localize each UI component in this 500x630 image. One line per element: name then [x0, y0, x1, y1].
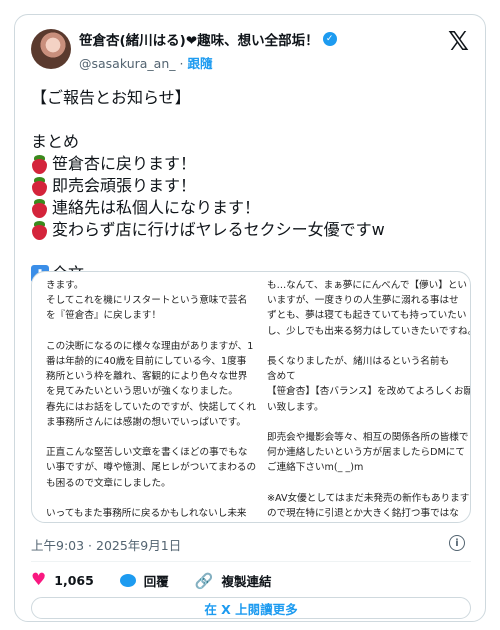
action-bar: ♥ 1,065 回覆 🔗 複製連結: [31, 571, 298, 590]
image-left-column: きます。そしてこれを機にリスタートという意味で芸名 を『笹倉杏』に戻します！ この…: [46, 278, 257, 522]
image-text-line: [46, 324, 235, 339]
reply-label: 回覆: [143, 574, 169, 589]
image-text-line: いってもまた事務所に戻るかもしれないし未来: [46, 508, 247, 520]
image-text-line: ずとも、夢は寝ても起きていても持っていたい: [267, 310, 467, 322]
tweet-text: 【ご報告とお知らせ】 まとめ 笹倉杏に戻ります！ 即売会頑張ります！ 連絡先は私…: [31, 87, 471, 285]
bullet-line: 笹倉杏に戻ります！: [31, 153, 471, 175]
divider: [31, 561, 471, 562]
strawberry-icon: [31, 154, 48, 174]
tweet-card: 笹倉杏(緒川はる)❤趣味、想い全部垢！ ✓ @sasakura_an_ · 跟隨…: [14, 14, 486, 622]
image-text-line: [46, 430, 235, 445]
verified-badge-icon: ✓: [322, 32, 337, 46]
strawberry-icon: [31, 220, 48, 240]
author-block: 笹倉杏(緒川はる)❤趣味、想い全部垢！ ✓ @sasakura_an_ · 跟隨: [79, 29, 419, 72]
link-icon: 🔗: [194, 571, 214, 590]
author-display-name[interactable]: 笹倉杏(緒川はる)❤趣味、想い全部垢！: [79, 29, 319, 49]
image-text-line: 番は年齢的に40歳を目前にしている今、1度事: [46, 356, 247, 368]
bullet-line: 連絡先は私個人になります！: [31, 197, 471, 219]
handle-separator: ·: [179, 56, 184, 71]
image-text-line: い致します。: [267, 401, 324, 413]
x-logo-icon[interactable]: 𝕏: [448, 29, 469, 55]
image-text-line: は分かりませんが、[後悔先に立たず]！！: [46, 521, 235, 522]
bullet-text: 笹倉杏に戻ります！: [52, 154, 197, 173]
copy-link-label: 複製連結: [221, 574, 272, 589]
like-count: 1,065: [54, 573, 94, 588]
author-avatar[interactable]: [31, 29, 71, 69]
image-text-line: し、少しでも出来る努力はしていきたいですね。: [267, 325, 471, 337]
image-text-line: いますが、一度きりの人生夢に溺れる事はせ: [267, 295, 459, 307]
follow-button[interactable]: 跟隨: [187, 56, 212, 71]
image-right-column: も…なんて、まぁ夢ににんべんで【儚い】とい いますが、一度きりの人生夢に溺れる事は…: [251, 278, 471, 522]
image-text-line: 含めて: [267, 371, 296, 383]
image-text-line: を『笹倉杏』に戻します！: [46, 310, 162, 322]
bullet-line: 即売会頑張ります！: [31, 175, 471, 197]
image-text-line: そしてこれを機にリスタートという意味で芸名: [46, 295, 248, 307]
image-text-line: ま事務所さんには感謝の想いでいっぱいです。: [46, 416, 246, 428]
image-text-line: [267, 339, 456, 354]
image-text-line: を見てみたいという思いが強くなりました。: [46, 386, 238, 398]
image-text-line: 務所という枠を離れ、客観的により色々な世界: [46, 371, 248, 383]
reply-button[interactable]: 回覆: [119, 571, 169, 590]
image-text-line: きます。: [46, 280, 84, 291]
bullet-line: 変わらず店に行けばヤレるセクシー女優ですw: [31, 219, 471, 241]
image-text-line: い事ですが、噂や憶測、尾ヒレがついてまわるの: [46, 462, 257, 474]
image-text-line: この決断になるのに様々な理由がありますが、1: [46, 340, 254, 352]
image-text-line: も困るので文章にしました。: [46, 477, 171, 489]
image-text-line: 【笹倉杏】【杏バランス】を改めてよろしくお願: [267, 386, 471, 398]
info-icon[interactable]: i: [449, 535, 465, 551]
author-handle-row: @sasakura_an_ · 跟隨: [79, 53, 419, 72]
image-text-line: [267, 476, 456, 491]
bullet-text: 即売会頑張ります！: [52, 176, 197, 195]
reply-bubble-icon: [119, 574, 136, 587]
strawberry-icon: [31, 198, 48, 218]
heart-icon: ♥: [31, 570, 47, 590]
attached-image[interactable]: きます。そしてこれを機にリスタートという意味で芸名 を『笹倉杏』に戻します！ この…: [31, 271, 471, 523]
author-handle[interactable]: @sasakura_an_: [79, 56, 176, 71]
image-text-line: [46, 491, 235, 506]
image-text-line: 春先にはお話をしていたのですが、快諾してくれ: [46, 401, 257, 413]
image-text-line: ※AV女優としてはまだ未発売の新作もあります: [267, 492, 470, 504]
copy-link-button[interactable]: 🔗 複製連結: [195, 571, 272, 590]
strawberry-icon: [31, 176, 48, 196]
image-text-line: [267, 415, 456, 430]
image-text-line: ので現在特に引退とか大きく銘打つ事ではな: [267, 508, 459, 520]
read-more-button[interactable]: 在 X 上閱讀更多: [31, 597, 471, 619]
image-text-line: 何か連絡したいという方が居ましたらDMにて: [267, 447, 465, 459]
bullet-text: 連絡先は私個人になります！: [52, 198, 261, 217]
tweet-line: 【ご報告とお知らせ】: [31, 88, 191, 107]
bullet-text: 変わらず店に行けばヤレるセクシー女優ですw: [52, 220, 385, 239]
image-text-line: 即売会や撮影会等々、相互の関係各所の皆様で: [267, 432, 469, 444]
image-text-line: ご連絡下さいm(_ _)m: [267, 462, 364, 474]
tweet-line: まとめ: [31, 132, 80, 151]
image-text-line: 正直こんな堅苦しい文章を書くほどの事でもな: [46, 447, 248, 459]
image-text-line: も…なんて、まぁ夢ににんべんで【儚い】とい: [267, 280, 468, 291]
like-button[interactable]: ♥ 1,065: [31, 572, 94, 589]
image-text-line: 長くなりましたが、緒川はるという名前も: [267, 356, 450, 368]
tweet-timestamp[interactable]: 上午9:03 · 2025年9月1日: [31, 535, 181, 554]
author-name-row: 笹倉杏(緒川はる)❤趣味、想い全部垢！ ✓: [79, 29, 419, 49]
